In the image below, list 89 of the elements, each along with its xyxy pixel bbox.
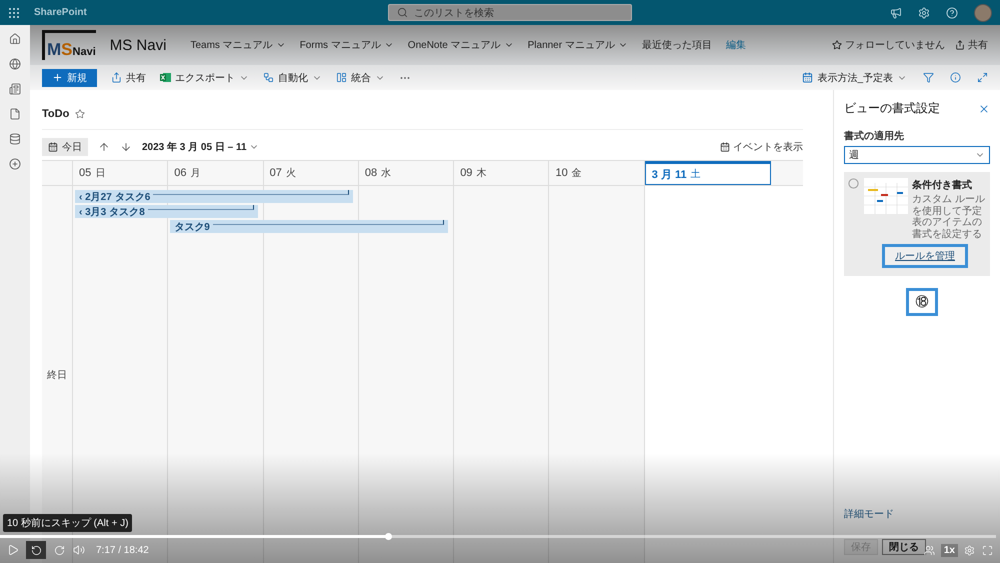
speed-button[interactable]: 1x	[940, 544, 958, 556]
plus-icon	[52, 72, 63, 83]
app-name[interactable]: SharePoint	[34, 7, 374, 18]
star-icon	[75, 109, 86, 119]
fullscreen-icon	[982, 544, 992, 556]
avatar[interactable]	[974, 4, 992, 22]
event-bar-segment[interactable]	[75, 190, 168, 203]
megaphone-icon	[890, 6, 902, 18]
add-icon	[9, 158, 21, 170]
nav-item[interactable]: Teams マニュアル	[190, 38, 286, 52]
news-icon	[9, 83, 21, 95]
event-title[interactable]: タスク6	[114, 190, 150, 204]
calendar-icon	[720, 142, 730, 152]
command-button[interactable]: 統合	[336, 70, 385, 84]
share-icon	[111, 72, 122, 83]
people-icon	[924, 544, 936, 556]
star-icon	[832, 40, 842, 50]
forward-icon	[54, 544, 64, 556]
search-field[interactable]: このリストを検索	[388, 4, 632, 21]
manage-rules-link[interactable]: ルールを管理	[882, 244, 968, 268]
site-title[interactable]: MS Navi	[110, 36, 166, 54]
share-button[interactable]: 共有	[955, 38, 988, 52]
globe-icon	[9, 58, 21, 70]
event-bar-segment[interactable]	[170, 220, 264, 233]
close-icon	[978, 102, 990, 114]
settings-icon	[964, 544, 974, 556]
day-header[interactable]: 06 月	[168, 161, 264, 185]
follow-button[interactable]: フォローしていません	[832, 38, 945, 52]
event-title[interactable]: タスク8	[109, 204, 145, 218]
field-label: 書式の適用先	[844, 129, 905, 143]
tooltip: 10 秒前にスキップ (Alt + J)	[3, 514, 132, 532]
day-header[interactable]: 3 月 11 土	[644, 161, 771, 185]
site-logo[interactable]: MSNavi	[42, 30, 96, 60]
spreadsheet-icon	[160, 72, 171, 83]
command-button[interactable]: エクスポート	[160, 70, 249, 84]
calendar-icon	[48, 142, 58, 152]
home-icon	[9, 33, 21, 45]
file-icon	[9, 108, 21, 120]
workflow-icon	[263, 72, 274, 83]
rewind-icon	[30, 544, 42, 556]
nav-item[interactable]: Planner マニュアル	[528, 38, 628, 52]
progress-track[interactable]	[0, 535, 996, 538]
calendar-thumbnail	[864, 178, 908, 214]
card-title: 条件付き書式	[912, 178, 973, 192]
info-icon	[950, 72, 961, 83]
event-start-date: ‹ 3月3	[79, 206, 106, 218]
radio-icon[interactable]	[848, 178, 859, 189]
nav-item[interactable]: OneNote マニュアル	[408, 38, 514, 52]
share-icon	[955, 40, 965, 50]
nav-item[interactable]: 最近使った項目	[642, 38, 712, 52]
arrow-up-icon	[98, 141, 110, 153]
show-events-button[interactable]: イベントを表示	[720, 140, 803, 154]
nav-item[interactable]: Forms マニュアル	[300, 38, 394, 52]
skip-back-button[interactable]	[26, 541, 46, 559]
event-bar-segment[interactable]	[75, 205, 168, 218]
day-header[interactable]: 09 木	[454, 161, 550, 185]
app-launcher-icon[interactable]	[8, 6, 20, 18]
arrow-down-icon	[120, 141, 132, 153]
panel-title: ビューの書式設定	[844, 100, 940, 117]
help-icon	[946, 6, 958, 18]
search-icon	[397, 7, 408, 18]
view-switcher[interactable]: 表示方法_予定表	[802, 70, 907, 84]
expand-icon	[977, 72, 988, 83]
edit-link[interactable]: 編集	[726, 38, 746, 52]
command-button[interactable]: 自動化	[263, 70, 322, 84]
filter-icon	[923, 72, 934, 83]
event-title[interactable]: タスク9	[174, 220, 210, 234]
list-title: ToDo	[42, 108, 70, 120]
calendar-icon	[802, 72, 814, 83]
date-range-picker[interactable]: 2023 年 3 月 05 日 – 11	[142, 140, 259, 154]
day-header[interactable]: 07 火	[264, 161, 359, 185]
play-icon	[7, 544, 19, 556]
panel-button[interactable]: 閉じる	[882, 539, 926, 555]
command-button[interactable]: 共有	[111, 70, 146, 84]
day-header[interactable]: 08 水	[358, 161, 454, 185]
day-header[interactable]: 05 日	[73, 161, 168, 185]
all-day-label: 終日	[47, 368, 67, 382]
today-button[interactable]: 今日	[42, 138, 88, 156]
layout-icon	[336, 72, 347, 83]
card-description: カスタム ルールを使用して予定表のアイテムの書式を設定する	[912, 194, 986, 240]
apply-to-dropdown[interactable]: 週	[844, 146, 990, 164]
format-card[interactable]: 条件付き書式 カスタム ルールを使用して予定表のアイテムの書式を設定する ルールを管理	[844, 172, 990, 276]
new-button[interactable]: 新規	[42, 68, 97, 86]
settings-icon	[918, 6, 930, 18]
advanced-mode-link[interactable]: 詳細モード	[844, 507, 990, 521]
database-icon	[9, 133, 21, 145]
step-callout: ⑱	[906, 288, 938, 316]
event-start-date: ‹ 2月27	[79, 190, 112, 204]
playback-time: 7:17 / 18:42	[96, 544, 149, 556]
